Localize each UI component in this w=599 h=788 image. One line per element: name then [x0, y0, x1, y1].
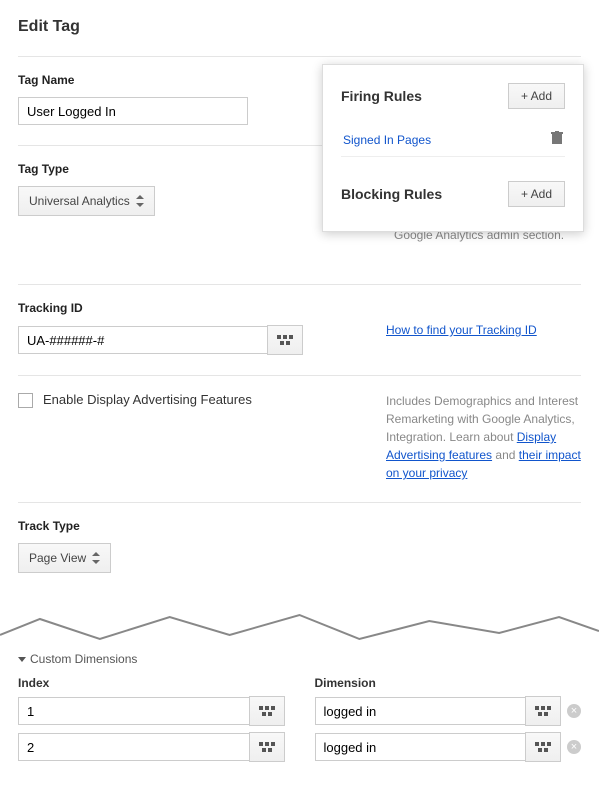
trash-icon[interactable]	[551, 131, 563, 148]
dim-value-input[interactable]	[315, 697, 527, 725]
brick-icon	[259, 742, 275, 752]
brick-icon	[535, 742, 551, 752]
rules-card: Firing Rules + Add Signed In Pages Block…	[322, 64, 584, 232]
brick-icon	[535, 706, 551, 716]
display-adv-label: Enable Display Advertising Features	[43, 392, 252, 407]
section-track-type: Track Type Page View	[18, 502, 581, 593]
dim-value-header: Dimension	[315, 676, 582, 690]
brick-icon	[259, 706, 275, 716]
dim-index-row	[18, 732, 285, 762]
tag-name-input[interactable]	[18, 97, 248, 125]
remove-row-button[interactable]: ×	[567, 704, 581, 718]
dim-index-variable-button[interactable]	[249, 732, 285, 762]
chevron-down-icon	[18, 657, 26, 662]
track-type-selected: Page View	[29, 551, 86, 565]
tracking-id-input[interactable]	[18, 326, 268, 354]
dim-index-row	[18, 696, 285, 726]
tracking-id-label: Tracking ID	[18, 301, 346, 315]
firing-rules-label: Firing Rules	[341, 88, 422, 104]
firing-rule-link[interactable]: Signed In Pages	[343, 133, 431, 147]
tag-type-selected: Universal Analytics	[29, 194, 130, 208]
tracking-id-help-link[interactable]: How to find your Tracking ID	[386, 323, 537, 337]
tag-type-dropdown[interactable]: Universal Analytics	[18, 186, 155, 216]
brick-icon	[277, 335, 293, 345]
section-tracking-id: Tracking ID How to find your Tracking ID	[18, 284, 581, 375]
firing-add-button[interactable]: + Add	[508, 83, 565, 109]
dim-index-input[interactable]	[18, 697, 250, 725]
dim-index-variable-button[interactable]	[249, 696, 285, 726]
dim-value-input[interactable]	[315, 733, 527, 761]
dim-index-input[interactable]	[18, 733, 250, 761]
section-custom-dimensions: Custom Dimensions Index Dimension	[18, 652, 581, 768]
zigzag-divider	[0, 613, 599, 646]
dim-value-row: ×	[315, 696, 582, 726]
display-adv-checkbox[interactable]	[18, 393, 33, 408]
firing-rule-item: Signed In Pages	[341, 123, 565, 157]
remove-row-button[interactable]: ×	[567, 740, 581, 754]
dim-value-variable-button[interactable]	[525, 732, 561, 762]
chevron-updown-icon	[92, 552, 100, 564]
blocking-add-button[interactable]: + Add	[508, 181, 565, 207]
chevron-updown-icon	[136, 195, 144, 207]
custom-dimensions-title: Custom Dimensions	[30, 652, 137, 666]
tracking-id-variable-button[interactable]	[267, 325, 303, 355]
dim-value-row: ×	[315, 732, 582, 762]
page-title: Edit Tag	[18, 18, 581, 36]
dim-index-header: Index	[18, 676, 285, 690]
blocking-rules-label: Blocking Rules	[341, 186, 442, 202]
custom-dimensions-toggle[interactable]: Custom Dimensions	[18, 652, 581, 666]
display-adv-help-2: and	[492, 448, 519, 462]
track-type-dropdown[interactable]: Page View	[18, 543, 111, 573]
track-type-label: Track Type	[18, 519, 581, 533]
dim-value-variable-button[interactable]	[525, 696, 561, 726]
section-display-adv: Enable Display Advertising Features Incl…	[18, 375, 581, 502]
